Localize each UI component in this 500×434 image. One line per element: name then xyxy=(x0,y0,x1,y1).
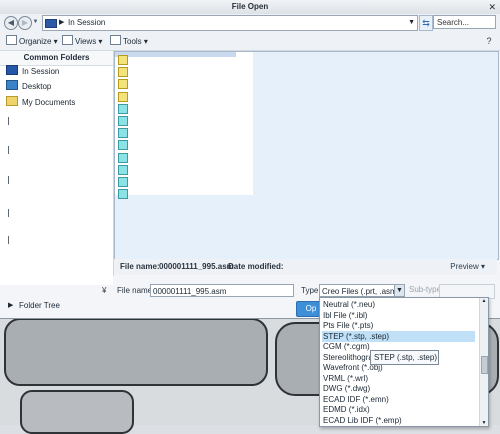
type-option[interactable]: Ibl File (*.ibl) xyxy=(322,310,475,321)
file-icon[interactable] xyxy=(118,140,128,151)
file-icon[interactable] xyxy=(118,164,128,175)
file-icon[interactable] xyxy=(118,128,128,139)
monitor-icon xyxy=(6,65,18,75)
file-list-header xyxy=(115,52,236,57)
tools-menu[interactable]: Tools ▾ xyxy=(110,35,148,47)
tree-marker xyxy=(8,176,9,184)
file-list-pane[interactable] xyxy=(114,51,499,260)
file-icon[interactable] xyxy=(118,177,128,187)
cad-model-part xyxy=(4,318,268,386)
dialog-title-bar: File Open ✕ xyxy=(0,0,500,15)
folder-tree-toggle[interactable]: ▶ Folder Tree xyxy=(0,298,113,313)
collapse-icon[interactable]: ¥ xyxy=(102,286,106,295)
file-icon[interactable] xyxy=(118,103,128,114)
dropdown-scrollbar[interactable]: ▲ ▼ xyxy=(479,298,488,426)
tree-marker xyxy=(8,117,9,125)
folder-item-desktop[interactable]: Desktop xyxy=(6,80,51,94)
chevron-down-icon[interactable]: ▼ xyxy=(408,16,415,30)
tree-marker xyxy=(8,146,9,154)
help-icon[interactable]: ? xyxy=(483,35,495,47)
type-option[interactable]: Pts File (*.pts) xyxy=(322,320,475,331)
file-icon[interactable] xyxy=(118,116,128,126)
search-input[interactable]: Search... xyxy=(433,15,496,29)
scroll-thumb[interactable] xyxy=(481,356,488,374)
expand-arrow-icon: ▶ xyxy=(8,302,14,309)
organize-menu[interactable]: Organize ▾ xyxy=(6,35,58,47)
type-label: Type xyxy=(301,286,319,295)
file-icon[interactable] xyxy=(118,79,128,90)
folder-item-label: My Documents xyxy=(22,98,76,107)
desktop-icon xyxy=(6,80,18,90)
address-row: ◀ ▶ ▼ ▶ In Session ▼ ⇆ Search... xyxy=(0,14,500,33)
tools-label: Tools ▾ xyxy=(123,37,148,46)
close-icon[interactable]: ✕ xyxy=(488,0,496,14)
details-modified-label: Date modified: xyxy=(228,262,284,271)
type-option[interactable]: STEP (*.stp, .step) xyxy=(322,330,475,342)
file-icon[interactable] xyxy=(118,67,128,78)
common-folders-pane: Common Folders In Session Desktop My Doc… xyxy=(0,51,114,285)
forward-button[interactable]: ▶ xyxy=(18,16,32,30)
history-dropdown[interactable]: ▼ xyxy=(32,16,39,28)
type-option[interactable]: DWG (*.dwg) xyxy=(322,383,475,394)
type-select[interactable]: Creo Files (.prt, .asm, ▼ xyxy=(319,284,405,297)
chevron-down-icon[interactable]: ▼ xyxy=(394,285,404,296)
type-tooltip: STEP (.stp, .step) xyxy=(370,350,439,365)
documents-folder-icon xyxy=(6,96,18,106)
file-icon[interactable] xyxy=(118,152,128,163)
tree-marker xyxy=(8,209,9,217)
folder-item-my-documents[interactable]: My Documents xyxy=(6,96,75,110)
type-select-value: Creo Files (.prt, .asm, xyxy=(322,287,399,296)
scroll-up-icon[interactable]: ▲ xyxy=(480,298,488,304)
subtype-label: Sub-type xyxy=(409,285,442,294)
preview-toggle[interactable]: Preview ▾ xyxy=(450,259,485,275)
folder-item-label: Desktop xyxy=(22,82,52,91)
common-folders-heading: Common Folders xyxy=(0,51,113,66)
organize-label: Organize ▾ xyxy=(19,37,58,46)
type-option[interactable]: EDMD (*.idx) xyxy=(322,404,475,415)
file-icon[interactable] xyxy=(118,189,128,200)
file-open-dialog: File Open ✕ ◀ ▶ ▼ ▶ In Session ▼ ⇆ Searc… xyxy=(0,0,500,319)
organize-icon xyxy=(6,35,17,45)
type-option[interactable]: Neutral (*.neu) xyxy=(322,299,475,310)
toolbar: Organize ▾ Views ▾ Tools ▾ ? xyxy=(0,33,500,51)
file-icon[interactable] xyxy=(118,55,128,65)
file-name-input[interactable]: 000001111_995.asm xyxy=(150,284,294,297)
file-list[interactable] xyxy=(115,52,253,200)
breadcrumb-location[interactable]: In Session xyxy=(68,16,105,30)
monitor-icon xyxy=(45,19,57,28)
type-option[interactable]: ECAD IDF (*.emn) xyxy=(322,394,475,405)
scroll-down-icon[interactable]: ▼ xyxy=(480,420,488,426)
folder-tree-label: Folder Tree xyxy=(19,301,60,310)
folder-item-in-session[interactable]: In Session xyxy=(6,65,59,79)
address-bar[interactable]: ▶ In Session ▼ xyxy=(42,15,418,31)
refresh-button[interactable]: ⇆ xyxy=(419,15,433,31)
tree-marker xyxy=(8,236,9,244)
folder-item-label: In Session xyxy=(22,67,60,76)
views-label: Views ▾ xyxy=(75,37,103,46)
type-option[interactable]: ECAD Lib IDF (*.emp) xyxy=(322,415,475,426)
tools-icon xyxy=(110,35,121,45)
details-filename-value: 000001111_995.asm xyxy=(159,262,234,271)
cad-model-part xyxy=(20,390,134,434)
details-filename-label: File name: xyxy=(120,262,160,271)
type-option[interactable]: VRML (*.wrl) xyxy=(322,373,475,384)
file-icon[interactable] xyxy=(118,91,128,102)
file-name-label: File name xyxy=(117,286,153,295)
views-menu[interactable]: Views ▾ xyxy=(62,35,102,47)
file-details-row: File name: 000001111_995.asm Date modifi… xyxy=(114,259,497,275)
back-button[interactable]: ◀ xyxy=(4,16,18,30)
views-icon xyxy=(62,35,73,45)
breadcrumb-separator: ▶ xyxy=(59,19,65,26)
dialog-title: File Open xyxy=(231,2,269,11)
